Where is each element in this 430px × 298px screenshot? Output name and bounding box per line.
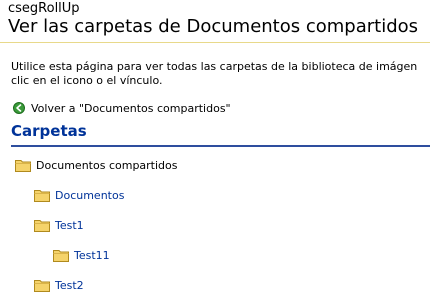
folder-item-test11[interactable]: Test11 bbox=[53, 247, 110, 263]
section-title: Carpetas bbox=[11, 122, 87, 140]
folder-label[interactable]: Documentos bbox=[55, 189, 124, 202]
folder-label[interactable]: Test1 bbox=[55, 219, 84, 232]
folder-item-test2[interactable]: Test2 bbox=[34, 277, 84, 293]
folder-item-test1[interactable]: Test1 bbox=[34, 217, 84, 233]
green-circle-back-arrow-icon[interactable] bbox=[13, 102, 25, 114]
folder-icon[interactable] bbox=[34, 218, 50, 232]
page-title: Ver las carpetas de Documentos compartid… bbox=[8, 16, 419, 37]
title-divider bbox=[0, 42, 430, 43]
folder-icon[interactable] bbox=[53, 248, 69, 262]
folder-icon[interactable] bbox=[34, 278, 50, 292]
folder-item-documentos[interactable]: Documentos bbox=[34, 187, 124, 203]
folder-label[interactable]: Test11 bbox=[74, 249, 110, 262]
site-name: csegRollUp bbox=[8, 1, 80, 16]
section-divider bbox=[11, 145, 430, 147]
back-link[interactable]: Volver a "Documentos compartidos" bbox=[13, 100, 231, 116]
folder-label[interactable]: Test2 bbox=[55, 279, 84, 292]
folder-icon[interactable] bbox=[34, 188, 50, 202]
description-line-1: Utilice esta página para ver todas las c… bbox=[11, 60, 418, 73]
folder-label[interactable]: Documentos compartidos bbox=[36, 159, 178, 172]
folder-icon[interactable] bbox=[15, 158, 31, 172]
folder-item-documentos-compartidos[interactable]: Documentos compartidos bbox=[15, 157, 178, 173]
back-link-label[interactable]: Volver a "Documentos compartidos" bbox=[31, 102, 231, 115]
description-line-2: clic en el icono o el vínculo. bbox=[11, 74, 163, 87]
page-description: Utilice esta página para ver todas las c… bbox=[11, 60, 430, 88]
